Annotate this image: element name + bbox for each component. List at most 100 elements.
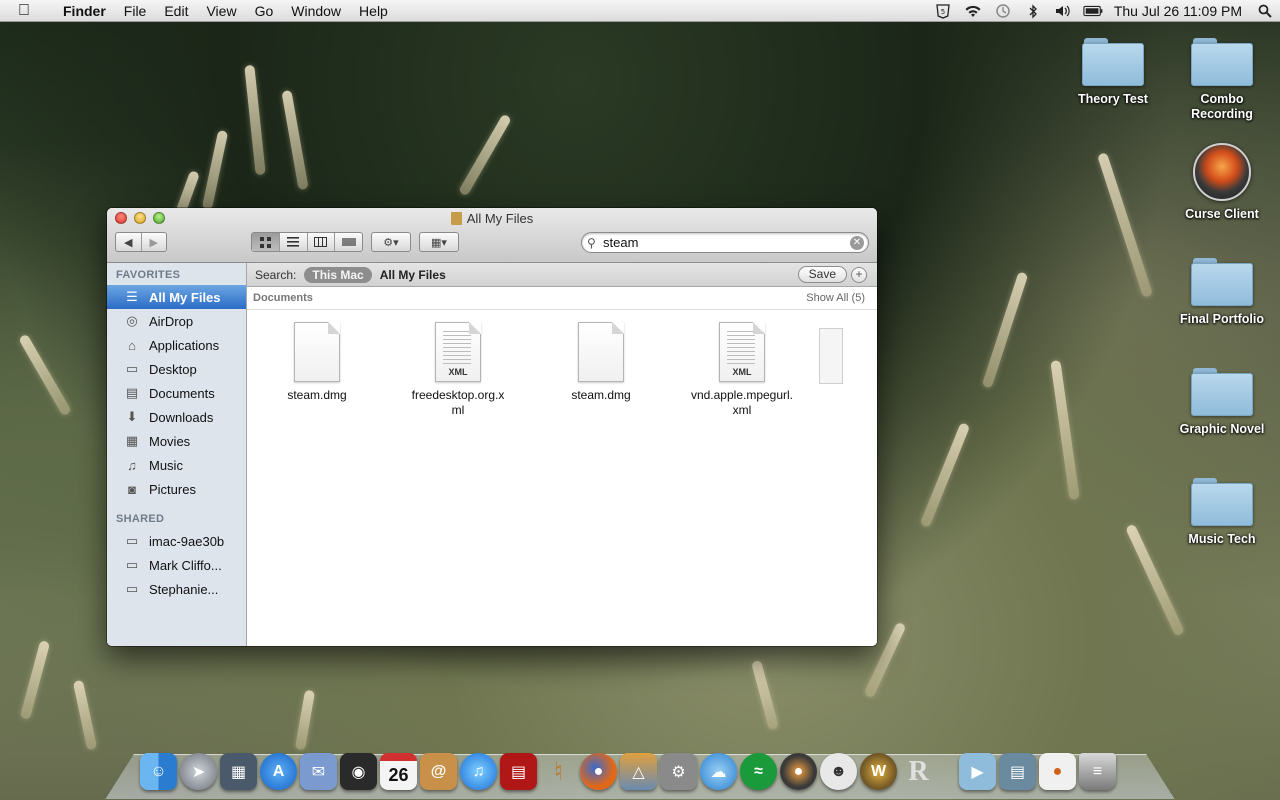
dock-launchpad-icon[interactable]: ➤ [180, 753, 217, 790]
folder-icon [1191, 258, 1253, 306]
search-input[interactable] [603, 235, 850, 250]
menu-clock[interactable]: Thu Jul 26 11:09 PM [1114, 3, 1242, 19]
sidebar-item-downloads[interactable]: ⬇ Downloads [107, 405, 246, 429]
desktop-folder-music-tech[interactable]: Music Tech [1167, 478, 1277, 546]
scope-all-my-files-button[interactable]: All My Files [380, 268, 446, 282]
finder-sidebar: FAVORITES ☰ All My Files ◎ AirDrop ⌂ App… [107, 263, 247, 646]
list-view-button[interactable] [280, 233, 308, 251]
sidebar-item-movies[interactable]: ▦ Movies [107, 429, 246, 453]
dock-app-store-icon[interactable]: A [260, 753, 297, 790]
grass-stalk [458, 113, 512, 197]
desktop-folder-graphic-novel[interactable]: Graphic Novel [1167, 368, 1277, 436]
menu-window[interactable]: Window [282, 3, 350, 19]
file-name: steam.dmg [287, 388, 347, 402]
scope-this-mac-button[interactable]: This Mac [304, 266, 372, 283]
battery-icon[interactable] [1083, 3, 1103, 19]
dock-dvd-player-icon[interactable]: ▤ [500, 753, 537, 790]
dock-documents-stack-icon[interactable]: ▤ [999, 753, 1036, 790]
dock-skype-icon[interactable]: ☻ [820, 753, 857, 790]
time-machine-icon[interactable] [993, 3, 1013, 19]
dock-downloads-stack-icon[interactable]: ● [1039, 753, 1076, 790]
menu-app-name[interactable]: Finder [54, 3, 115, 19]
search-field[interactable]: ⚲ ✕ [581, 232, 869, 253]
pictures-icon: ◙ [128, 481, 136, 497]
dock-preview-icon[interactable]: ☁ [700, 753, 737, 790]
sidebar-item-airdrop[interactable]: ◎ AirDrop [107, 309, 246, 333]
sidebar-item-label: Stephanie... [149, 581, 219, 597]
show-all-link[interactable]: Show All (5) [806, 292, 865, 304]
sidebar-item-pictures[interactable]: ◙ Pictures [107, 477, 246, 501]
partial-document-icon[interactable] [819, 328, 843, 384]
back-forward-control: ◀ ▶ [115, 232, 167, 252]
sidebar-item-label: Applications [149, 337, 220, 353]
dock-system-preferences-icon[interactable]: ⚙ [660, 753, 697, 790]
file-grid: steam.dmg XML freedesktop.org.x ml steam… [247, 310, 877, 430]
dock-finder-icon[interactable]: ☺ [140, 753, 177, 790]
finder-content: Search: This Mac All My Files Save + Doc… [247, 263, 877, 646]
spotlight-search-icon[interactable] [1255, 3, 1275, 19]
volume-icon[interactable] [1053, 3, 1073, 19]
desktop-folder-combo-recording[interactable]: Combo Recording [1167, 38, 1277, 122]
sidebar-item-all-my-files[interactable]: ☰ All My Files [107, 285, 246, 309]
documents-icon: ▤ [125, 385, 139, 400]
file-item[interactable]: XML vnd.apple.mpegurl. xml [677, 322, 807, 418]
dock-spotify-icon[interactable]: ≈ [740, 753, 777, 790]
menu-go[interactable]: Go [246, 3, 283, 19]
dock-curse-icon[interactable]: ● [780, 753, 817, 790]
dock-garageband-icon[interactable]: ♮ [540, 753, 577, 790]
sidebar-item-stephanie[interactable]: ▭ Stephanie... [107, 577, 246, 601]
grass-stalk [72, 679, 98, 751]
cover-flow-button[interactable] [335, 233, 362, 251]
back-button[interactable]: ◀ [116, 233, 142, 251]
sidebar-item-mark-clifford[interactable]: ▭ Mark Cliffo... [107, 553, 246, 577]
file-item[interactable]: XML freedesktop.org.x ml [393, 322, 523, 418]
dock-applications-stack-icon[interactable]: ▶ [959, 753, 996, 790]
dock-mission-control-icon[interactable]: ▦ [220, 753, 257, 790]
desktop-icon-label: Combo Recording [1191, 92, 1253, 121]
group-header-documents: Documents Show All (5) [247, 287, 877, 310]
dock-iphoto-icon[interactable]: △ [620, 753, 657, 790]
sidebar-item-imac[interactable]: ▭ imac-9ae30b [107, 529, 246, 553]
sidebar-item-desktop[interactable]: ▭ Desktop [107, 357, 246, 381]
save-search-button[interactable]: Save [797, 266, 847, 283]
menu-help[interactable]: Help [350, 3, 397, 19]
grass-stalk [981, 271, 1029, 389]
arrange-menu-button[interactable]: ▦▾ [419, 232, 459, 252]
menu-view[interactable]: View [197, 3, 245, 19]
clear-search-icon[interactable]: ✕ [850, 235, 864, 250]
sidebar-item-label: All My Files [149, 289, 221, 305]
action-menu-button[interactable]: ⚙▾ [371, 232, 411, 252]
desktop-app-curse-client[interactable]: Curse Client [1167, 143, 1277, 221]
grass-stalk [919, 422, 971, 528]
column-view-button[interactable] [308, 233, 336, 251]
desktop-folder-final-portfolio[interactable]: Final Portfolio [1167, 258, 1277, 326]
icon-view-button[interactable] [252, 233, 280, 251]
folder-icon [1191, 478, 1253, 526]
file-item[interactable]: steam.dmg [252, 322, 382, 402]
add-criteria-button[interactable]: + [851, 267, 867, 283]
html5-status-icon[interactable]: 5 [933, 3, 953, 19]
dock-r-icon[interactable]: R [900, 753, 937, 790]
dock-firefox-icon[interactable]: ● [580, 753, 617, 790]
dock-ical-icon[interactable]: 26 [380, 753, 417, 790]
file-item[interactable]: steam.dmg [536, 322, 666, 402]
dock-facetime-icon[interactable]: ◉ [340, 753, 377, 790]
dock-trash-icon[interactable]: ≡ [1079, 753, 1116, 790]
menu-file[interactable]: File [115, 3, 156, 19]
dock-world-of-warcraft-icon[interactable]: W [860, 753, 897, 790]
dock-address-book-icon[interactable]: @ [420, 753, 457, 790]
dock-itunes-icon[interactable]: ♫ [460, 753, 497, 790]
menu-bar:  Finder File Edit View Go Window Help 5… [0, 0, 1280, 22]
wifi-icon[interactable] [963, 3, 983, 19]
dock-mail-icon[interactable]: ✉ [300, 753, 337, 790]
window-titlebar[interactable]: All My Files ◀ ▶ ⚙▾ ▦▾ ⚲ steam ✕ [107, 208, 877, 263]
forward-button[interactable]: ▶ [142, 233, 167, 251]
sidebar-item-documents[interactable]: ▤ Documents [107, 381, 246, 405]
apple-menu-icon[interactable]:  [18, 2, 38, 20]
sidebar-item-music[interactable]: ♫ Music [107, 453, 246, 477]
desktop-folder-theory-test[interactable]: Theory Test [1058, 38, 1168, 106]
bluetooth-icon[interactable] [1023, 3, 1043, 19]
all-my-files-title-icon [450, 212, 462, 225]
menu-edit[interactable]: Edit [155, 3, 197, 19]
sidebar-item-applications[interactable]: ⌂ Applications [107, 333, 246, 357]
